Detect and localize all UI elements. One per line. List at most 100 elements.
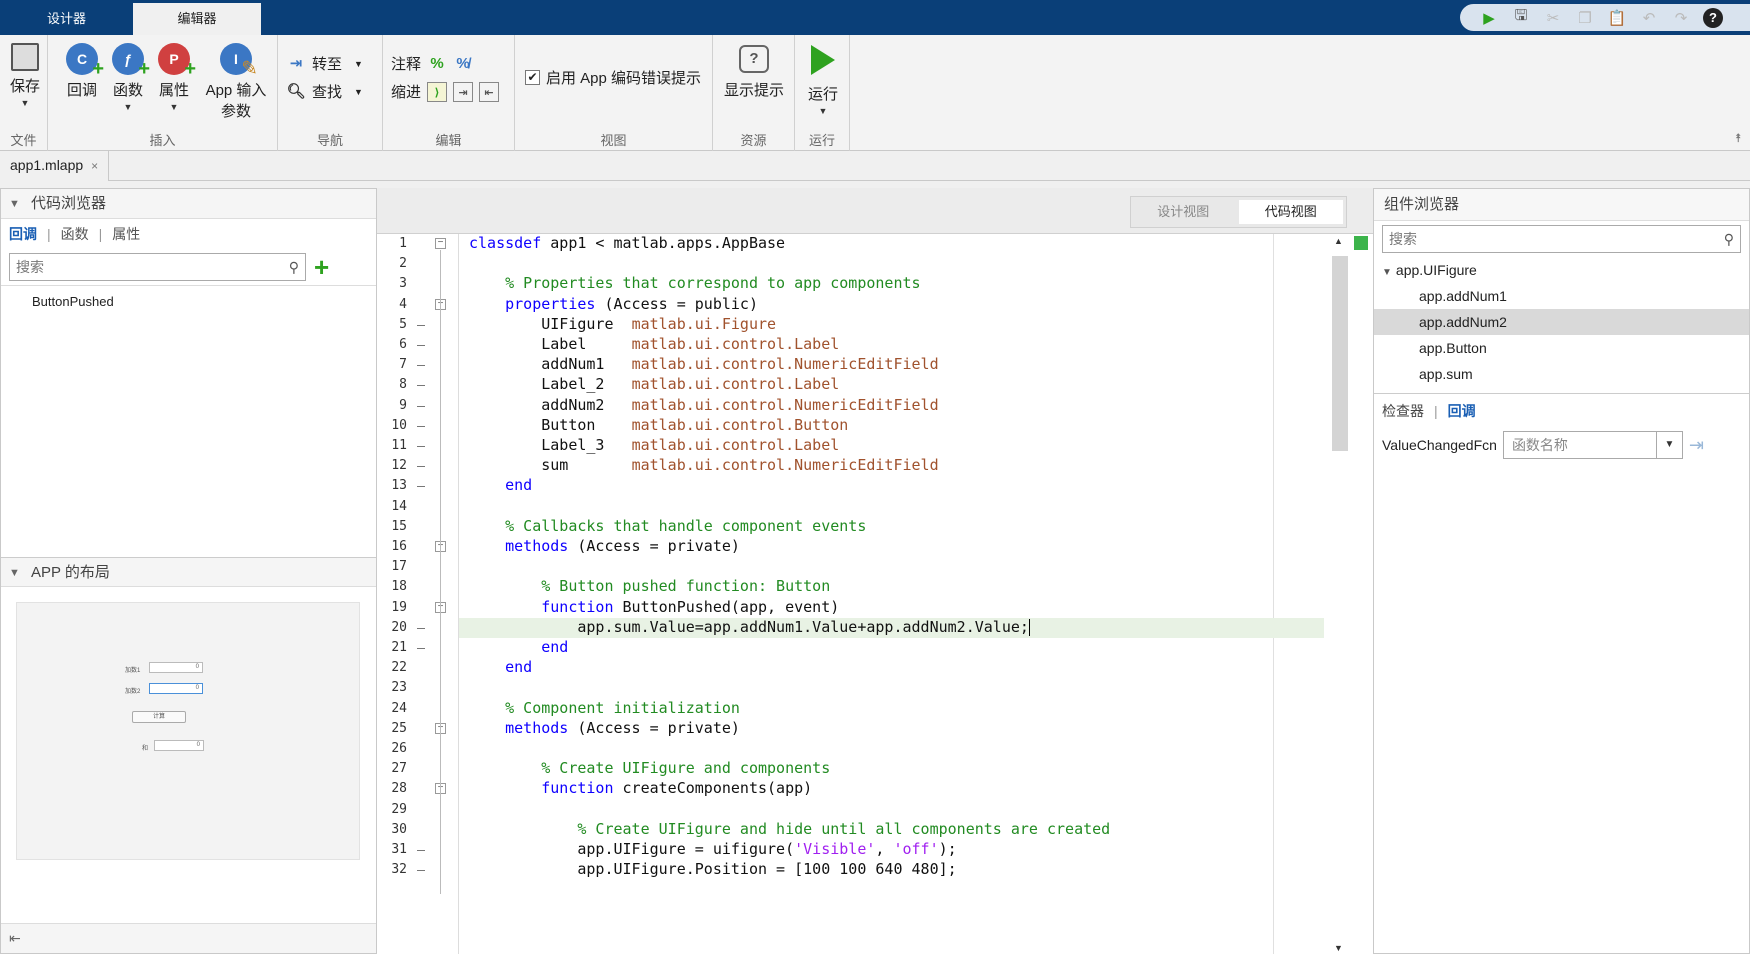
code-line[interactable]: app.UIFigure = uifigure('Visible', 'off'…	[469, 840, 956, 858]
breakpoint-marker[interactable]	[417, 425, 425, 427]
run-icon[interactable]: ▶	[1476, 7, 1502, 29]
callback-function-select[interactable]: 函数名称 ▼	[1502, 431, 1683, 459]
chevron-down-icon[interactable]: ▼	[354, 59, 363, 69]
code-line[interactable]: end	[469, 638, 568, 656]
code-line[interactable]: addNum2 matlab.ui.control.NumericEditFie…	[469, 396, 938, 414]
copy-icon[interactable]: ❐	[1572, 7, 1598, 29]
code-line[interactable]: methods (Access = private)	[469, 537, 740, 555]
insert-callback-button[interactable]: C + 回调	[60, 43, 104, 100]
help-icon[interactable]: ?	[1700, 7, 1726, 29]
breakpoint-marker[interactable]	[417, 648, 425, 649]
add-callback-icon[interactable]: +	[314, 254, 329, 280]
goto-button[interactable]: ⇥ 转至 ▼	[286, 53, 363, 74]
tab-callbacks[interactable]: 回调	[9, 224, 37, 244]
expand-triangle-icon[interactable]: ▼	[1382, 267, 1392, 278]
scroll-up-icon[interactable]: ▲	[1334, 236, 1343, 246]
tree-item[interactable]: app.sum	[1374, 361, 1749, 387]
save-icon[interactable]: 🖫	[1508, 7, 1534, 29]
cut-icon[interactable]: ✂	[1540, 7, 1566, 29]
chevron-down-icon[interactable]: ▼	[1655, 432, 1682, 458]
code-line[interactable]: methods (Access = private)	[469, 719, 740, 737]
show-tips-button[interactable]: ? 显示提示	[719, 43, 789, 100]
tree-item[interactable]: app.Button	[1374, 335, 1749, 361]
breakpoint-marker[interactable]	[417, 466, 425, 468]
undo-icon[interactable]: ↶	[1636, 7, 1662, 29]
code-analyzer-status-icon[interactable]	[1354, 236, 1368, 250]
scrollbar-thumb[interactable]	[1332, 256, 1348, 451]
vertical-scrollbar[interactable]: ▲ ▼	[1324, 234, 1373, 954]
code-line[interactable]: % Create UIFigure and components	[469, 759, 830, 777]
tree-item[interactable]: app.addNum1	[1374, 283, 1749, 309]
code-line[interactable]: app.sum.Value=app.addNum1.Value+app.addN…	[469, 618, 1030, 636]
run-button[interactable]: 运行 ▼	[803, 43, 843, 116]
breakpoint-marker[interactable]	[417, 345, 425, 346]
tab-designer[interactable]: 设计器	[0, 3, 133, 35]
breakpoint-marker[interactable]	[417, 405, 425, 407]
breakpoint-marker[interactable]	[417, 365, 425, 367]
code-line[interactable]: end	[469, 476, 532, 494]
file-tab[interactable]: app1.mlapp ×	[0, 151, 110, 181]
design-view-button[interactable]: 设计视图	[1131, 197, 1236, 227]
breakpoint-marker[interactable]	[417, 870, 425, 872]
code-line[interactable]: % Properties that correspond to app comp…	[469, 274, 920, 292]
code-line[interactable]: % Button pushed function: Button	[469, 577, 830, 595]
collapse-triangle-icon[interactable]: ▼	[9, 558, 20, 588]
comment-icon[interactable]: %	[427, 54, 447, 74]
chevron-down-icon[interactable]: ▼	[803, 106, 843, 116]
chevron-down-icon[interactable]: ▼	[8, 98, 42, 108]
code-line[interactable]: % Callbacks that handle component events	[469, 517, 866, 535]
code-browser-header[interactable]: ▼ 代码浏览器	[1, 189, 376, 219]
tab-functions[interactable]: 函数	[61, 224, 89, 244]
code-view-button[interactable]: 代码视图	[1238, 200, 1343, 224]
insert-property-button[interactable]: P + 属性 ▼	[152, 43, 196, 112]
app-input-args-button[interactable]: I ✎ App 输入 参数	[198, 43, 274, 121]
code-line[interactable]: function ButtonPushed(app, event)	[469, 598, 839, 616]
breakpoint-marker[interactable]	[417, 850, 425, 851]
breakpoint-marker[interactable]	[417, 385, 425, 387]
code-line[interactable]: Button matlab.ui.control.Button	[469, 416, 848, 434]
component-search-input[interactable]: 搜索 ⚲	[1382, 225, 1741, 253]
insert-function-button[interactable]: ƒ + 函数 ▼	[106, 43, 150, 112]
redo-icon[interactable]: ↷	[1668, 7, 1694, 29]
fold-toggle-icon[interactable]: −	[435, 238, 446, 249]
code-line[interactable]: end	[469, 658, 532, 676]
enable-error-hints-checkbox[interactable]: ✔ 启用 App 编码错误提示	[525, 67, 701, 88]
smart-indent-icon[interactable]: ⟩	[427, 81, 448, 102]
increase-indent-icon[interactable]: ⇥	[453, 81, 474, 102]
list-item[interactable]: ButtonPushed	[1, 286, 376, 309]
code-line[interactable]: UIFigure matlab.ui.Figure	[469, 315, 776, 333]
first-page-icon[interactable]: ⇤	[9, 930, 21, 946]
chevron-down-icon[interactable]: ▼	[152, 102, 196, 112]
close-icon[interactable]: ×	[91, 159, 98, 173]
code-line[interactable]: Label_3 matlab.ui.control.Label	[469, 436, 839, 454]
app-layout-header[interactable]: ▼ APP 的布局	[1, 557, 376, 587]
tree-item-selected[interactable]: app.addNum2	[1374, 309, 1749, 335]
tab-properties[interactable]: 属性	[112, 224, 140, 244]
chevron-down-icon[interactable]: ▼	[106, 102, 150, 112]
breakpoint-marker[interactable]	[417, 446, 425, 447]
code-line[interactable]: sum matlab.ui.control.NumericEditField	[469, 456, 938, 474]
find-button[interactable]: 🔍︎ 查找 ▼	[286, 81, 363, 102]
breakpoint-marker[interactable]	[417, 627, 425, 629]
uncomment-icon[interactable]: %̸	[453, 54, 473, 74]
scroll-down-icon[interactable]: ▼	[1334, 943, 1343, 953]
code-line[interactable]: % Component initialization	[469, 699, 740, 717]
chevron-down-icon[interactable]: ▼	[354, 87, 363, 97]
save-button[interactable]: 保存 ▼	[8, 43, 42, 108]
app-layout-preview[interactable]: 加数1 0 加数2 0 计算 和 0	[16, 602, 360, 860]
code-text-area[interactable]: classdef app1 < matlab.apps.AppBase % Pr…	[459, 234, 1324, 954]
code-browser-search-input[interactable]: 搜索 ⚲	[9, 253, 306, 281]
tree-root[interactable]: ▼ app.UIFigure	[1374, 257, 1749, 283]
collapse-ribbon-icon[interactable]: ⯭	[1735, 131, 1742, 146]
code-line[interactable]: classdef app1 < matlab.apps.AppBase	[469, 234, 785, 252]
code-editor[interactable]: 1−234−5678910111213141516−171819−2021222…	[377, 233, 1373, 954]
breakpoint-marker[interactable]	[417, 486, 425, 488]
tab-callbacks[interactable]: 回调	[1448, 401, 1476, 421]
breakpoint-marker[interactable]	[417, 324, 425, 326]
code-line[interactable]: properties (Access = public)	[469, 295, 758, 313]
paste-icon[interactable]: 📋	[1604, 7, 1630, 29]
code-line[interactable]: % Create UIFigure and hide until all com…	[469, 820, 1110, 838]
goto-callback-icon[interactable]: ⇥	[1689, 435, 1704, 456]
code-line[interactable]: addNum1 matlab.ui.control.NumericEditFie…	[469, 355, 938, 373]
collapse-triangle-icon[interactable]: ▼	[9, 189, 20, 219]
